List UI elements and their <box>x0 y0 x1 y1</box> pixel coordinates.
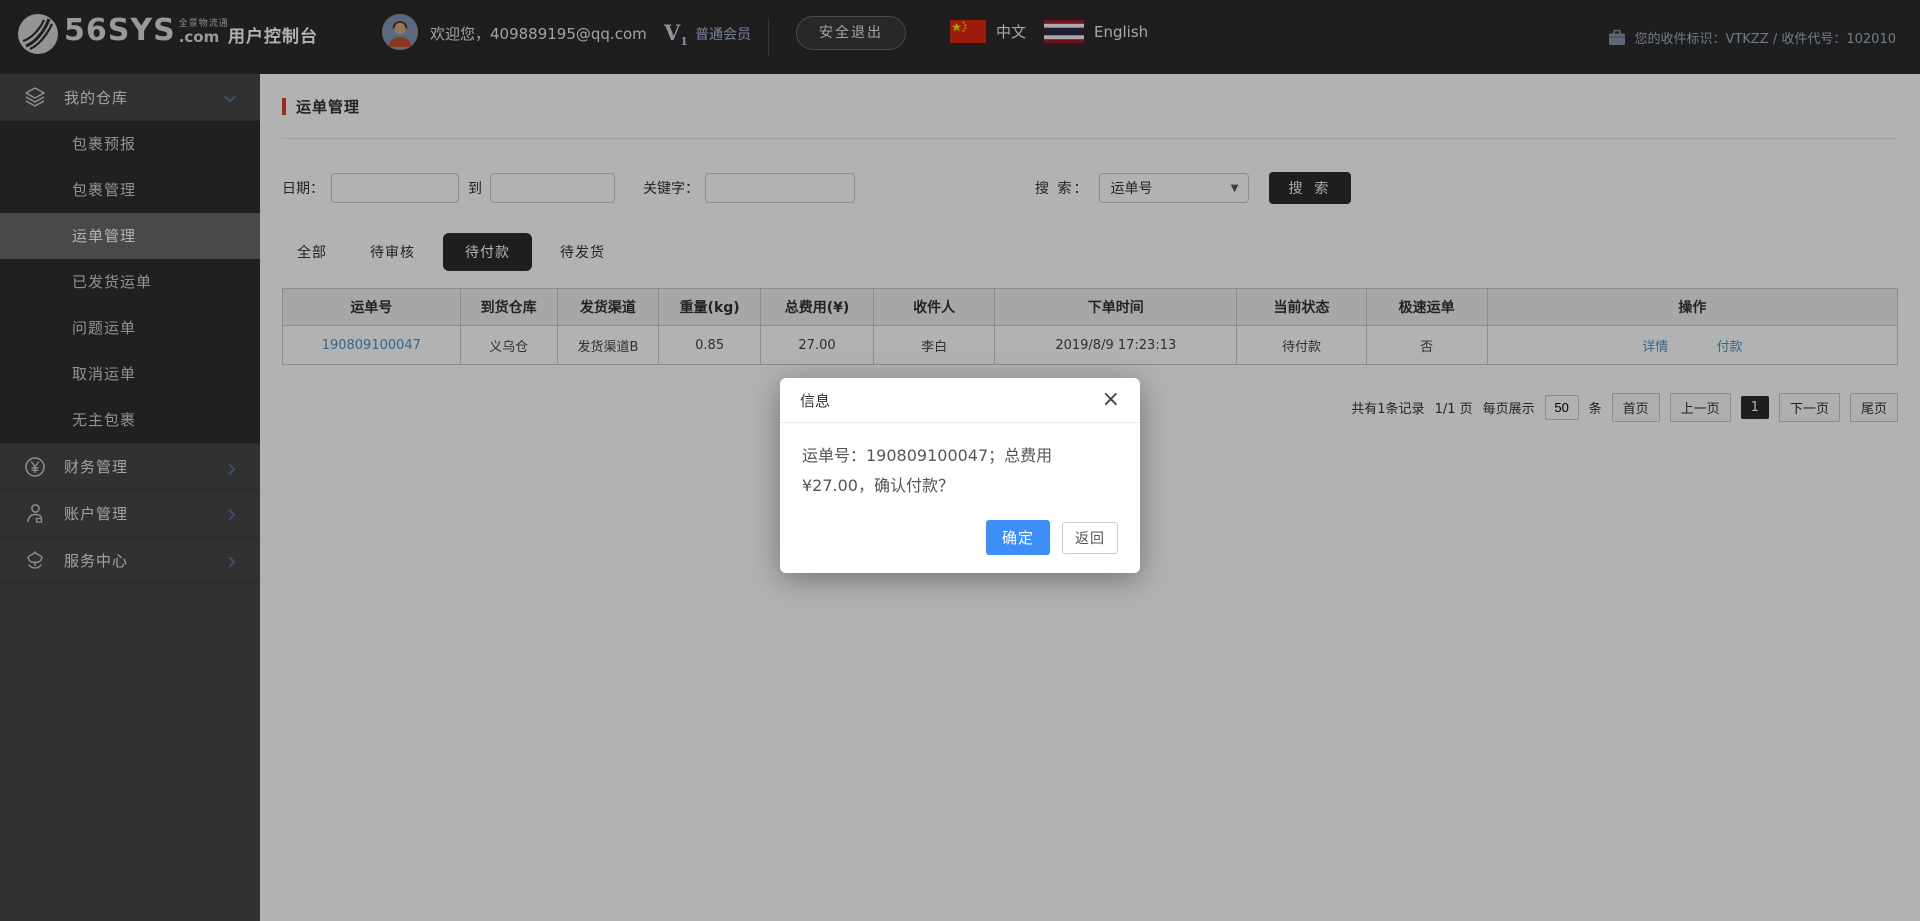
dialog-title: 信息 <box>800 391 831 410</box>
close-icon[interactable]: × <box>1102 389 1120 411</box>
payment-confirm-dialog: 信息 × 运单号：190809100047；总费用¥27.00，确认付款？ 确定… <box>780 378 1140 574</box>
back-button[interactable]: 返回 <box>1062 521 1118 554</box>
dialog-message: 运单号：190809100047；总费用¥27.00，确认付款？ <box>802 446 1053 495</box>
confirm-button[interactable]: 确定 <box>985 520 1050 556</box>
dialog-header: 信息 × <box>780 378 1140 423</box>
app-root: 56SYS 全景物流通 .com 用户控制台 欢迎您，409889195@qq.… <box>0 0 1920 921</box>
dialog-footer: 确定 返回 <box>780 506 1140 573</box>
